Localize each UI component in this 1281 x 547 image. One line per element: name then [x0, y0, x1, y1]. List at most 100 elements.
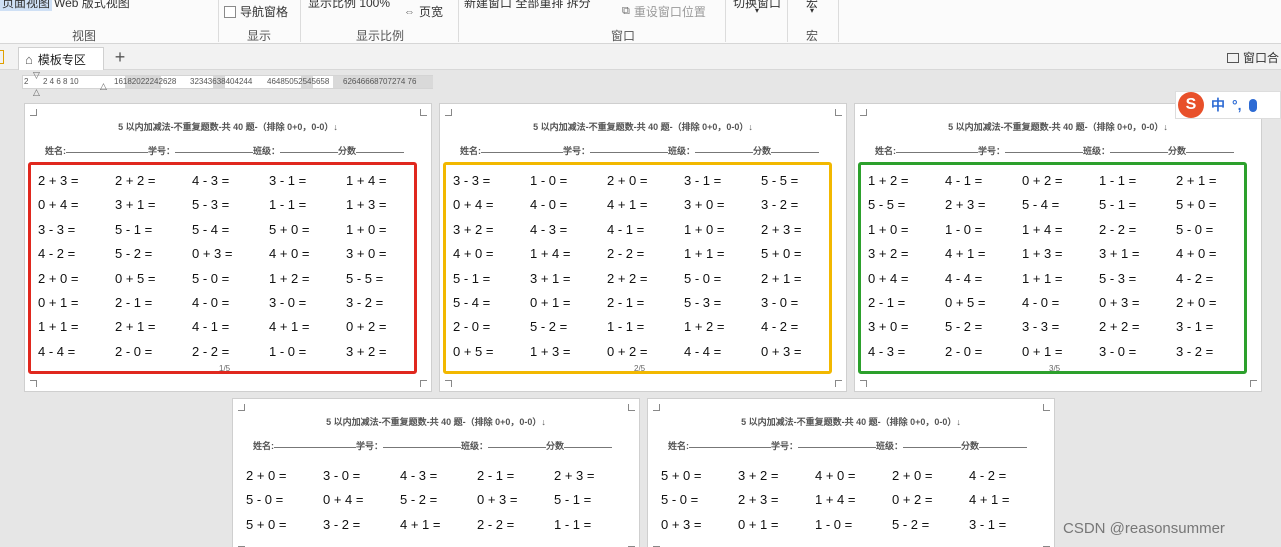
- name-label: 姓名:: [45, 146, 66, 156]
- ruler-tick: 32343638404244: [190, 77, 253, 86]
- score-label: 分数: [961, 441, 980, 451]
- highlight-box: [858, 162, 1247, 374]
- fill-in-blank[interactable]: [1005, 144, 1084, 153]
- indent-marker[interactable]: △: [100, 81, 107, 92]
- math-problem: 3 - 0 =: [323, 468, 361, 483]
- fill-in-blank[interactable]: [274, 439, 356, 448]
- crop-mark: [835, 109, 842, 116]
- ime-toolbar[interactable]: S 中 °,: [1175, 91, 1281, 119]
- crop-mark: [1250, 380, 1257, 387]
- fill-in-blank[interactable]: [488, 439, 547, 448]
- ime-language-toggle[interactable]: 中: [1211, 95, 1225, 115]
- fill-in-blank[interactable]: [979, 439, 1028, 448]
- worksheet-page[interactable]: 5 以内加减法-不重复题数-共 40 题-（排除 0+0，0-0）↓ 姓名: 学号：…: [647, 398, 1055, 547]
- fill-in-blank[interactable]: [356, 144, 405, 153]
- math-problem: 3 - 2 =: [323, 516, 361, 532]
- ruler-tick: 2: [24, 77, 29, 86]
- worksheet-title: 5 以内加减法-不重复题数-共 40 题-（排除 0+0，0-0）↓: [118, 122, 338, 132]
- ruler-tick: 46485052545658: [267, 77, 330, 86]
- checkbox-icon: [224, 5, 236, 18]
- indent-marker[interactable]: ▽: [33, 70, 40, 81]
- math-problem: 5 + 0 =: [246, 516, 287, 532]
- page-width-label: 页宽: [419, 5, 444, 19]
- page-view-button[interactable]: 页面视图: [0, 0, 53, 11]
- name-label: 姓名:: [875, 146, 896, 156]
- fill-in-blank[interactable]: [1110, 144, 1169, 153]
- math-problem: 2 + 3 =: [738, 492, 779, 508]
- page-width-button[interactable]: ⇔ 页宽: [404, 3, 443, 20]
- watermark: CSDN @reasonsummer: [1063, 520, 1225, 537]
- fill-in-blank[interactable]: [481, 144, 563, 153]
- math-problem: 2 - 2 =: [477, 516, 515, 532]
- previous-tab-edge[interactable]: [0, 50, 4, 64]
- fill-in-blank[interactable]: [798, 439, 877, 448]
- student-number-label: 学号：: [771, 441, 799, 451]
- worksheet-page[interactable]: 5 以内加减法-不重复题数-共 40 题-（排除 0+0，0-0）↓ 姓名: 学号：…: [232, 398, 640, 547]
- chevron-down-icon[interactable]: ▾: [755, 6, 759, 15]
- student-info-line: 姓名: 学号： 班级： 分数: [875, 144, 1235, 157]
- tab-template-zone[interactable]: ⌂ 模板专区: [18, 47, 104, 70]
- window-icon: [1226, 52, 1239, 63]
- fill-in-blank[interactable]: [771, 144, 820, 153]
- worksheet-page[interactable]: 5 以内加减法-不重复题数-共 40 题-（排除 0+0，0-0）↓ 姓名: 学号：…: [439, 103, 847, 392]
- student-number-label: 学号：: [356, 441, 384, 451]
- fill-in-blank[interactable]: [175, 144, 254, 153]
- worksheet-title: 5 以内加减法-不重复题数-共 40 题-（排除 0+0，0-0）↓: [533, 122, 753, 132]
- web-view-button[interactable]: Web 版式视图: [54, 0, 130, 11]
- indent-marker[interactable]: △: [33, 87, 40, 98]
- fill-in-blank[interactable]: [564, 439, 613, 448]
- worksheet-page[interactable]: 5 以内加减法-不重复题数-共 40 题-（排除 0+0，0-0）↓ 姓名: 学号：…: [854, 103, 1262, 392]
- group-window-label: 窗口: [611, 29, 636, 43]
- home-icon: ⌂: [25, 51, 33, 67]
- highlight-box: [28, 162, 417, 374]
- group-zoom-label: 显示比例: [356, 29, 405, 43]
- math-problem: 0 + 2 =: [892, 492, 933, 508]
- class-label: 班级：: [668, 146, 696, 156]
- reset-window-label: 重设窗口位置: [633, 5, 706, 19]
- crop-mark: [238, 404, 245, 411]
- math-problem: 2 + 3 =: [554, 468, 595, 483]
- math-problem: 4 + 1 =: [400, 516, 441, 532]
- fill-in-blank[interactable]: [280, 144, 339, 153]
- fill-in-blank[interactable]: [590, 144, 669, 153]
- math-problem: 5 - 1 =: [554, 492, 592, 508]
- fill-in-blank[interactable]: [383, 439, 462, 448]
- math-problem: 0 + 3 =: [661, 516, 702, 532]
- add-tab-button[interactable]: +: [110, 47, 130, 67]
- highlight-box: [443, 162, 832, 374]
- math-problem: 4 - 3 =: [400, 468, 438, 483]
- math-problem: 2 + 0 =: [892, 468, 933, 483]
- class-label: 班级：: [1083, 146, 1111, 156]
- fill-in-blank[interactable]: [1186, 144, 1235, 153]
- window-toggle-button[interactable]: 窗口合: [1226, 49, 1279, 66]
- zoom-button[interactable]: 显示比例 100%: [308, 0, 390, 11]
- crop-mark: [653, 404, 660, 411]
- nav-pane-label: 导航窗格: [240, 5, 289, 19]
- horizontal-ruler[interactable]: 2 2 4 6 8 10 16182022242628 323436384042…: [22, 75, 433, 89]
- fill-in-blank[interactable]: [689, 439, 771, 448]
- score-label: 分数: [753, 146, 772, 156]
- ime-punctuation-toggle[interactable]: °,: [1232, 97, 1242, 113]
- crop-mark: [445, 109, 452, 116]
- math-problem: 5 + 0 =: [661, 468, 702, 483]
- worksheet-title: 5 以内加减法-不重复题数-共 40 题-（排除 0+0，0-0）↓: [948, 122, 1168, 132]
- group-macro-label: 宏: [806, 29, 819, 43]
- crop-mark: [835, 380, 842, 387]
- nav-pane-checkbox[interactable]: 导航窗格: [224, 3, 288, 20]
- fill-in-blank[interactable]: [695, 144, 754, 153]
- fill-in-blank[interactable]: [903, 439, 962, 448]
- fill-in-blank[interactable]: [66, 144, 148, 153]
- group-show-label: 显示: [247, 29, 272, 43]
- chevron-down-icon[interactable]: ▾: [810, 6, 814, 15]
- microphone-icon[interactable]: [1248, 98, 1257, 112]
- ruler-tick: 62646668707274 76: [343, 77, 417, 86]
- reset-window-button[interactable]: ⧉ 重设窗口位置: [622, 3, 706, 20]
- name-label: 姓名:: [460, 146, 481, 156]
- window-commands[interactable]: 新建窗口 全部重排 拆分: [464, 0, 591, 11]
- math-problem: 4 + 0 =: [815, 468, 856, 483]
- crop-mark: [445, 380, 452, 387]
- fill-in-blank[interactable]: [896, 144, 978, 153]
- sogou-logo-icon: S: [1178, 92, 1204, 118]
- worksheet-page[interactable]: 5 以内加减法-不重复题数-共 40 题-（排除 0+0，0-0）↓ 姓名: 学号：…: [24, 103, 432, 392]
- student-number-label: 学号：: [978, 146, 1006, 156]
